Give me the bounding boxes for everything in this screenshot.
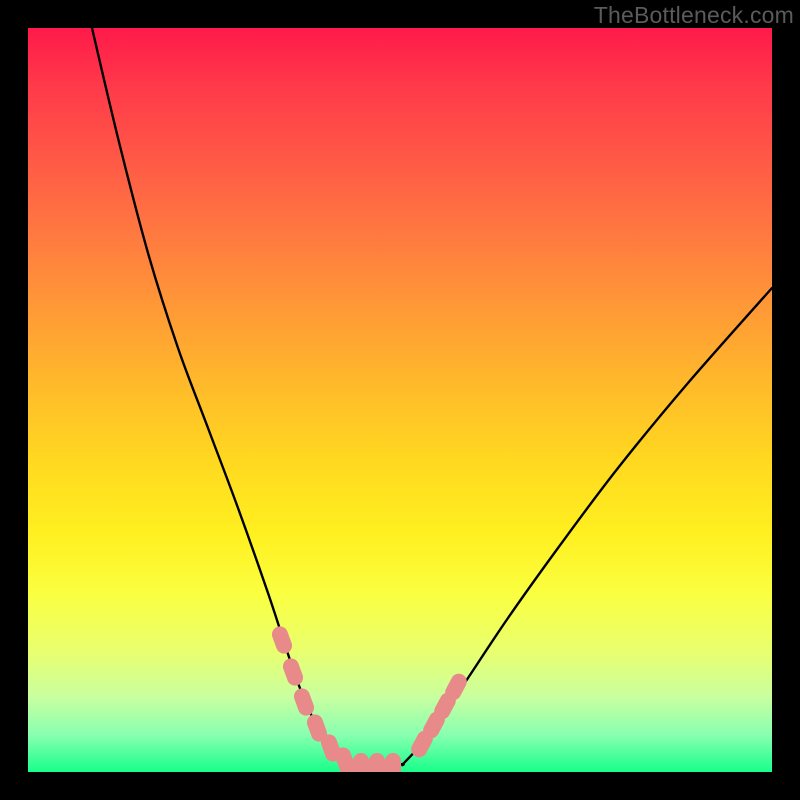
trough-marker xyxy=(369,753,385,772)
watermark-text: TheBottleneck.com xyxy=(594,2,794,29)
trough-marker xyxy=(292,686,317,718)
trough-marker xyxy=(353,753,369,772)
plot-area xyxy=(28,28,772,772)
trough-marker xyxy=(281,656,306,688)
chart-frame: TheBottleneck.com xyxy=(0,0,800,800)
trough-marker xyxy=(385,753,401,772)
bottleneck-curve xyxy=(92,28,772,766)
curve-svg xyxy=(28,28,772,772)
trough-marker xyxy=(270,624,295,656)
